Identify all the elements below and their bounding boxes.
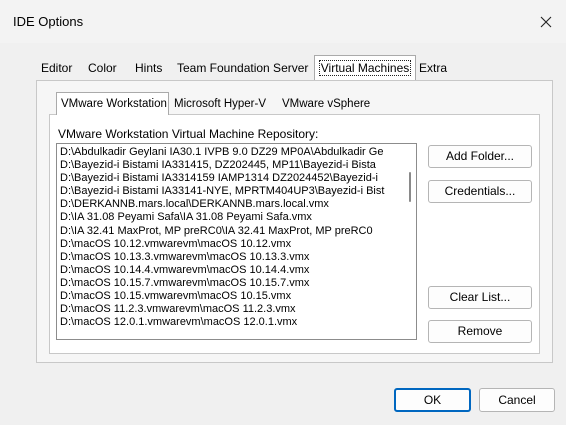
remove-button[interactable]: Remove xyxy=(428,320,532,343)
list-item[interactable]: D:\macOS 10.12.vmwarevm\macOS 10.12.vmx xyxy=(60,238,402,251)
list-item[interactable]: D:\macOS 12.0.1.vmwarevm\macOS 12.0.1.vm… xyxy=(60,316,402,329)
clear-list-button[interactable]: Clear List... xyxy=(428,286,532,309)
vertical-scrollbar[interactable] xyxy=(404,144,416,339)
credentials-button[interactable]: Credentials... xyxy=(428,180,532,203)
list-item[interactable]: D:\Bayezid-i Bistami IA331415, DZ202445,… xyxy=(60,159,402,172)
list-item[interactable]: D:\macOS 10.15.7.vmwarevm\macOS 10.15.7.… xyxy=(60,277,402,290)
close-icon xyxy=(540,16,552,27)
list-item[interactable]: D:\IA 32.41 MaxProt, MP preRC0\IA 32.41 … xyxy=(60,225,402,238)
list-item[interactable]: D:\DERKANNB.mars.local\DERKANNB.mars.loc… xyxy=(60,198,402,211)
ok-button[interactable]: OK xyxy=(394,388,471,412)
tab-vmware-vsphere[interactable]: VMware vSphere xyxy=(282,94,370,114)
vm-repository-list[interactable]: D:\Abdulkadir Geylani IA30.1 IVPB 9.0 DZ… xyxy=(56,143,417,340)
list-item[interactable]: D:\macOS 10.14.4.vmwarevm\macOS 10.14.4.… xyxy=(60,264,402,277)
add-folder-button[interactable]: Add Folder... xyxy=(428,145,532,168)
tab-team-foundation-server[interactable]: Team Foundation Server xyxy=(177,58,308,79)
list-item[interactable]: D:\Abdulkadir Geylani IA30.1 IVPB 9.0 DZ… xyxy=(60,146,402,159)
scrollbar-thumb[interactable] xyxy=(409,172,411,202)
repository-label: VMware Workstation Virtual Machine Repos… xyxy=(58,127,319,141)
list-item[interactable]: D:\macOS 11.2.3.vmwarevm\macOS 11.2.3.vm… xyxy=(60,303,402,316)
tab-editor[interactable]: Editor xyxy=(41,58,72,79)
window-title: IDE Options xyxy=(13,14,84,29)
list-item[interactable]: D:\macOS 10.15.vmwarevm\macOS 10.15.vmx xyxy=(60,290,402,303)
tab-virtual-machines[interactable]: Virtual Machines xyxy=(314,55,416,80)
tab-color[interactable]: Color xyxy=(88,58,117,79)
close-button[interactable] xyxy=(526,0,566,43)
title-bar: IDE Options xyxy=(0,0,566,43)
list-item[interactable]: D:\IA 31.08 Peyami Safa\IA 31.08 Peyami … xyxy=(60,211,402,224)
tab-vmware-workstation[interactable]: VMware Workstation xyxy=(56,92,169,115)
tab-extra[interactable]: Extra xyxy=(419,58,447,79)
tab-microsoft-hyper-v[interactable]: Microsoft Hyper-V xyxy=(174,94,266,114)
list-items: D:\Abdulkadir Geylani IA30.1 IVPB 9.0 DZ… xyxy=(60,146,402,329)
list-item[interactable]: D:\macOS 10.13.3.vmwarevm\macOS 10.13.3.… xyxy=(60,251,402,264)
list-item[interactable]: D:\Bayezid-i Bistami IA33141-NYE, MPRTM4… xyxy=(60,185,402,198)
list-item[interactable]: D:\Bayezid-i Bistami IA3314159 IAMP1314 … xyxy=(60,172,402,185)
cancel-button[interactable]: Cancel xyxy=(479,388,555,412)
tab-hints[interactable]: Hints xyxy=(135,58,162,79)
